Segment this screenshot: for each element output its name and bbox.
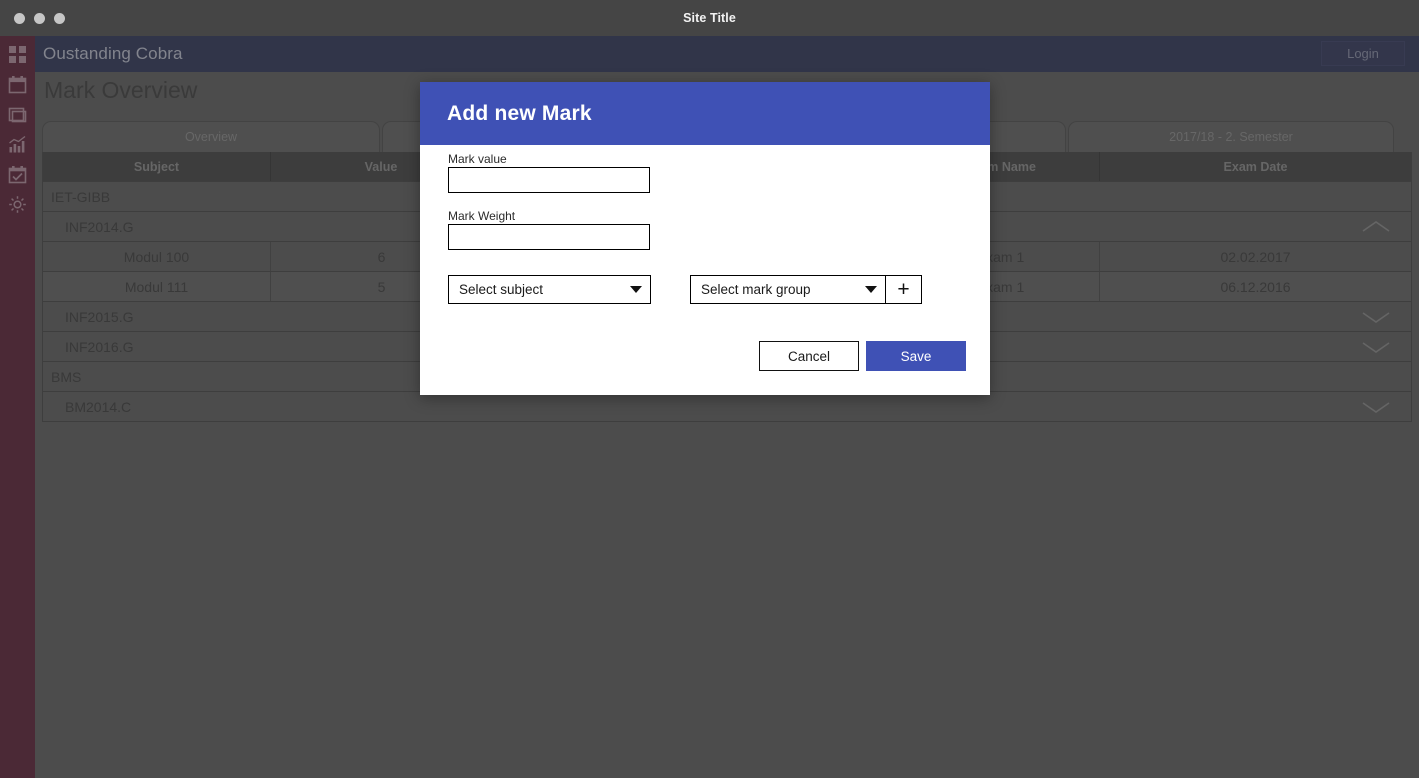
login-button[interactable]: Login <box>1321 41 1405 66</box>
sidebar-rail <box>0 36 35 778</box>
cell-subject: Modul 111 <box>43 272 271 301</box>
cell-subject: Modul 100 <box>43 242 271 271</box>
page-title: Mark Overview <box>44 77 198 103</box>
dialog-header: Add new Mark <box>420 82 990 145</box>
cell-subject: INF2015.G <box>65 308 134 325</box>
cell-subject: INF2016.G <box>65 338 134 355</box>
cancel-button[interactable]: Cancel <box>759 341 859 371</box>
cell-exam-name <box>902 392 1100 421</box>
app-window: Site Title Oustanding Cobra Login Mark O… <box>0 0 1419 778</box>
tab-overview[interactable]: Overview <box>42 121 380 152</box>
subject-select[interactable]: Select subject <box>448 275 651 304</box>
app-navbar: Oustanding Cobra Login <box>35 36 1419 72</box>
chevron-down-icon[interactable] <box>1361 332 1391 361</box>
cell-exam-date <box>1100 362 1411 391</box>
mark-value-input[interactable] <box>448 167 650 193</box>
brand-title: Oustanding Cobra <box>43 44 183 63</box>
grid-dashboard-icon[interactable] <box>7 43 29 65</box>
mark-group-select[interactable]: Select mark group <box>690 275 886 304</box>
cell-exam-date: 02.02.2017 <box>1220 248 1291 265</box>
chevron-down-icon[interactable] <box>1361 302 1391 331</box>
mark-weight-label: Mark Weight <box>448 209 516 223</box>
maximize-icon[interactable] <box>54 12 65 24</box>
bar-chart-icon[interactable] <box>7 133 29 155</box>
column-header-subject[interactable]: Subject <box>43 152 271 181</box>
cell-exam-date <box>1100 182 1411 211</box>
chevron-down-icon <box>865 286 877 293</box>
mark-group-select-value: Select mark group <box>701 282 811 297</box>
window-icon[interactable] <box>7 103 29 125</box>
mark-value-label: Mark value <box>448 152 507 166</box>
gear-icon[interactable] <box>7 193 29 215</box>
save-button[interactable]: Save <box>866 341 966 371</box>
tab-label: Overview <box>184 130 238 144</box>
cell-subject: INF2014.G <box>65 218 134 235</box>
add-mark-dialog: Add new Mark Mark value Mark Weight Sele… <box>420 82 990 395</box>
cell-subject: IET-GIBB <box>51 188 111 205</box>
tab-2017-18-2-semester[interactable]: 2017/18 - 2. Semester <box>1068 121 1394 152</box>
cell-value <box>271 392 492 421</box>
chevron-down-icon[interactable] <box>1361 392 1391 421</box>
cell-blank <box>492 392 902 421</box>
window-title: Site Title <box>683 11 736 25</box>
minimize-icon[interactable] <box>34 12 45 24</box>
calendar-check-icon[interactable] <box>7 163 29 185</box>
add-mark-group-button[interactable]: + <box>886 275 922 304</box>
calendar-icon[interactable] <box>7 73 29 95</box>
tab-label: 2017/18 - 2. Semester <box>1169 130 1293 144</box>
close-icon[interactable] <box>14 12 25 24</box>
cell-subject: BMS <box>51 368 82 385</box>
chevron-up-icon[interactable] <box>1361 212 1391 241</box>
table-row[interactable]: BM2014.C <box>43 391 1411 421</box>
mark-weight-input[interactable] <box>448 224 650 250</box>
chevron-down-icon <box>630 286 642 293</box>
cell-exam-date: 06.12.2016 <box>1220 278 1291 295</box>
cell-subject: BM2014.C <box>65 398 132 415</box>
subject-select-value: Select subject <box>459 282 544 297</box>
dialog-body: Mark value Mark Weight Select subject Se… <box>420 145 990 395</box>
window-titlebar: Site Title <box>0 0 1419 36</box>
window-controls[interactable] <box>14 0 65 36</box>
column-header-exam-date[interactable]: Exam Date <box>1100 152 1411 181</box>
dialog-title: Add new Mark <box>447 101 592 125</box>
